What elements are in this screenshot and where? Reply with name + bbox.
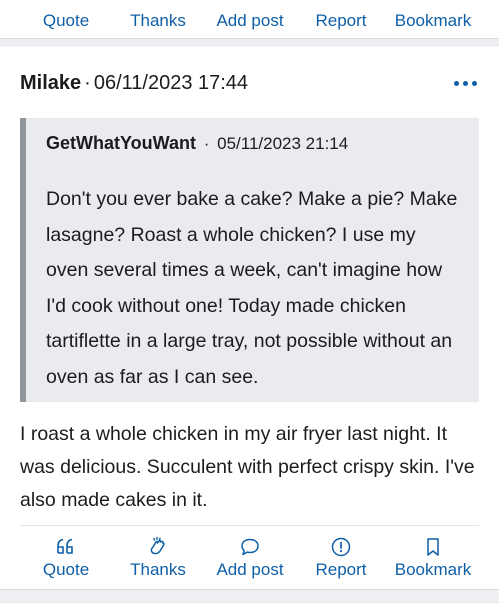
quote-separator: · bbox=[203, 134, 210, 153]
post-date[interactable]: 06/11/2023 17:44 bbox=[94, 72, 248, 94]
post-body: I roast a whole chicken in my air fryer … bbox=[20, 423, 475, 511]
quote-author[interactable]: GetWhatYouWant bbox=[46, 133, 196, 153]
previous-post-action-bar: Quote Thanks Add post Report Bookmark bbox=[0, 0, 499, 37]
previous-add-post-button[interactable]: Add post bbox=[210, 0, 290, 37]
clapping-hands-icon bbox=[124, 0, 192, 9]
report-label: Report bbox=[315, 11, 367, 30]
exclamation-circle-icon bbox=[310, 0, 372, 9]
quote-icon bbox=[36, 536, 96, 558]
thanks-label: Thanks bbox=[130, 11, 186, 30]
post-separator bbox=[0, 38, 499, 46]
quote-date[interactable]: 05/11/2023 21:14 bbox=[217, 134, 348, 153]
add-post-label: Add post bbox=[216, 11, 284, 30]
thanks-label: Thanks bbox=[130, 560, 186, 579]
previous-report-button[interactable]: Report bbox=[310, 0, 372, 37]
quote-button[interactable]: Quote bbox=[36, 536, 96, 586]
quote-text: Don't you ever bake a cake? Make a pie? … bbox=[46, 188, 458, 388]
thanks-button[interactable]: Thanks bbox=[124, 536, 192, 586]
quote-label: Quote bbox=[42, 11, 90, 30]
bookmark-icon bbox=[388, 0, 478, 9]
post-body-divider bbox=[20, 525, 479, 526]
exclamation-circle-icon bbox=[310, 536, 372, 558]
speech-bubble-icon bbox=[210, 0, 290, 9]
header-separator: · bbox=[84, 72, 91, 94]
quote-header: GetWhatYouWant · 05/11/2023 21:14 bbox=[46, 132, 348, 155]
previous-thanks-button[interactable]: Thanks bbox=[124, 0, 192, 37]
speech-bubble-icon bbox=[210, 536, 290, 558]
add-post-label: Add post bbox=[216, 560, 284, 579]
report-label: Report bbox=[315, 560, 367, 579]
bookmark-icon bbox=[388, 536, 478, 558]
post-action-bar: Quote Thanks Add post Report Bookmark bbox=[0, 536, 499, 586]
bookmark-label: Bookmark bbox=[394, 11, 472, 30]
previous-bookmark-button[interactable]: Bookmark bbox=[388, 0, 478, 37]
quote-label: Quote bbox=[42, 560, 90, 579]
bookmark-label: Bookmark bbox=[394, 560, 472, 579]
more-dots-icon[interactable] bbox=[453, 74, 479, 92]
bookmark-button[interactable]: Bookmark bbox=[388, 536, 478, 586]
post-author[interactable]: Milake bbox=[20, 72, 81, 94]
post-header: Milake · 06/11/2023 17:44 bbox=[20, 68, 479, 98]
add-post-button[interactable]: Add post bbox=[210, 536, 290, 586]
report-button[interactable]: Report bbox=[310, 536, 372, 586]
quote-block: GetWhatYouWant · 05/11/2023 21:14 Don't … bbox=[20, 118, 479, 402]
previous-quote-button[interactable]: Quote bbox=[36, 0, 96, 37]
clapping-hands-icon bbox=[124, 536, 192, 558]
post-separator-bottom bbox=[0, 589, 499, 603]
quote-icon bbox=[36, 0, 96, 9]
